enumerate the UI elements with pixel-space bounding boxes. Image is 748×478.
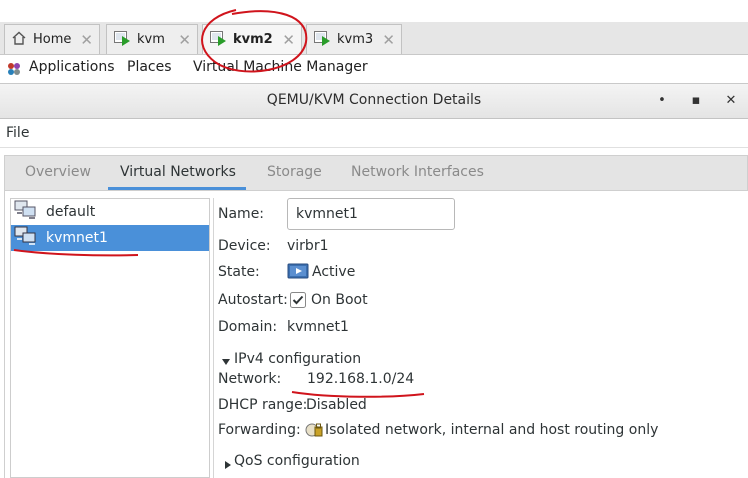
close-icon[interactable]: ✕ (80, 31, 93, 49)
tab-network-interfaces[interactable]: Network Interfaces (351, 164, 484, 180)
device-label: Device: (218, 238, 271, 254)
client-tab-kvm[interactable]: kvm ✕ (106, 24, 198, 54)
autostart-value: On Boot (311, 292, 368, 308)
close-icon[interactable]: ✕ (282, 31, 295, 49)
pane-divider[interactable] (213, 198, 214, 478)
file-menu[interactable]: File (6, 125, 29, 141)
list-item-label: default (46, 204, 96, 220)
close-icon[interactable]: ✕ (178, 31, 191, 49)
list-item[interactable]: default (11, 199, 209, 225)
device-value: virbr1 (287, 238, 329, 254)
menubar (0, 119, 748, 148)
running-icon (287, 263, 309, 285)
domain-value: kvmnet1 (287, 319, 349, 335)
network-icon (14, 199, 38, 225)
vm-console-icon (313, 29, 331, 51)
close-icon[interactable]: ✕ (382, 31, 395, 49)
network-icon (14, 225, 38, 251)
tab-storage[interactable]: Storage (267, 164, 322, 180)
name-label: Name: (218, 206, 265, 222)
network-label: Network: (218, 371, 282, 387)
tab-virtual-networks[interactable]: Virtual Networks (120, 164, 236, 180)
client-tab-home[interactable]: Home ✕ (4, 24, 100, 54)
window-title: QEMU/KVM Connection Details (266, 92, 482, 108)
tab-overview[interactable]: Overview (25, 164, 91, 180)
close-button[interactable]: ✕ (720, 90, 742, 112)
expander-closed-icon[interactable] (223, 458, 233, 474)
applications-menu[interactable]: Applications (29, 59, 115, 75)
vm-console-icon (113, 29, 131, 51)
active-tab-indicator (108, 187, 246, 190)
domain-label: Domain: (218, 319, 278, 335)
name-field[interactable] (287, 198, 455, 230)
client-tab-label: kvm3 (337, 32, 374, 47)
qos-section-header[interactable]: QoS configuration (234, 453, 360, 469)
client-tab-label: kvm (137, 32, 165, 47)
forwarding-value: Isolated network, internal and host rout… (325, 422, 659, 438)
maximize-button[interactable]: ▪ (685, 90, 707, 112)
applications-icon (6, 61, 22, 81)
autostart-label: Autostart: (218, 292, 288, 308)
home-icon (11, 30, 27, 50)
dhcp-label: DHCP range: (218, 397, 308, 413)
autostart-checkbox[interactable] (290, 292, 306, 312)
client-tab-kvm2[interactable]: kvm2 ✕ (202, 24, 302, 54)
state-value: Active (312, 264, 356, 280)
minimize-button[interactable]: • (651, 90, 673, 112)
list-item-label: kvmnet1 (46, 230, 108, 246)
vm-console-icon (209, 29, 227, 51)
places-menu[interactable]: Places (127, 59, 172, 75)
network-value: 192.168.1.0/24 (307, 371, 415, 387)
isolated-network-icon (305, 421, 323, 443)
vmm-menu[interactable]: Virtual Machine Manager (193, 59, 368, 75)
client-tab-label: kvm2 (233, 32, 273, 47)
ipv4-section-header[interactable]: IPv4 configuration (234, 351, 361, 367)
expander-open-icon[interactable] (221, 355, 231, 371)
state-label: State: (218, 264, 260, 280)
list-item-selected[interactable]: kvmnet1 (11, 225, 209, 251)
forwarding-label: Forwarding: (218, 422, 301, 438)
client-tab-kvm3[interactable]: kvm3 ✕ (306, 24, 402, 54)
client-tab-label: Home (33, 32, 72, 47)
dhcp-value: Disabled (306, 397, 367, 413)
